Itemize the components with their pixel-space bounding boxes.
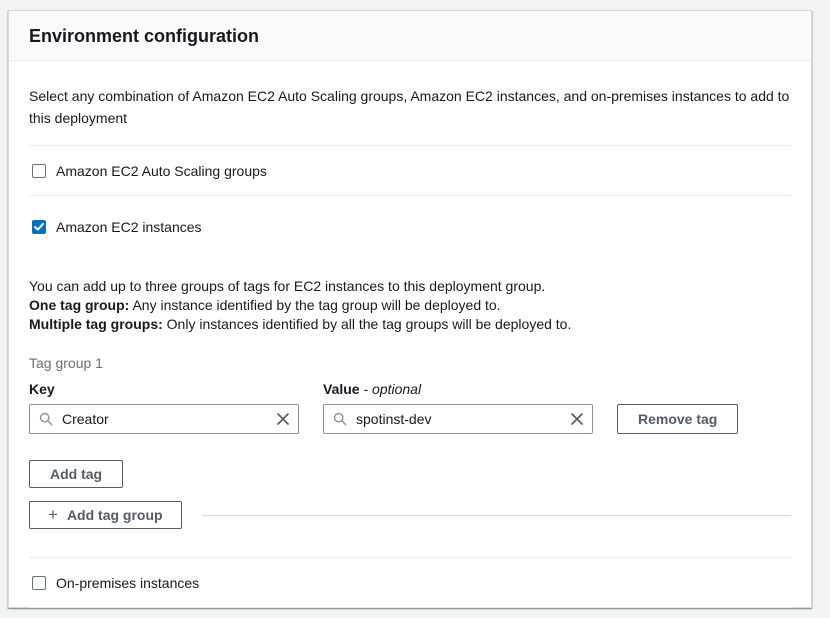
checkbox-row-on-premises[interactable]: On-premises instances (29, 558, 791, 607)
tag-help-text: You can add up to three groups of tags f… (29, 277, 791, 334)
add-tag-button[interactable]: Add tag (29, 460, 123, 488)
search-icon (39, 412, 53, 426)
clear-value-icon[interactable] (570, 412, 584, 426)
horizontal-rule (202, 515, 791, 516)
on-premises-checkbox[interactable] (32, 576, 46, 590)
on-premises-label[interactable]: On-premises instances (56, 573, 199, 593)
remove-tag-button[interactable]: Remove tag (617, 404, 738, 434)
tag-value-field: Value - optional (323, 380, 593, 434)
ec2-instances-label[interactable]: Amazon EC2 instances (56, 217, 202, 237)
tag-key-input-wrap (29, 404, 299, 434)
add-tag-group-row: + Add tag group (29, 501, 791, 529)
tag-key-input[interactable] (29, 404, 299, 434)
tag-help-line3-lead: Multiple tag groups: (29, 316, 163, 332)
tag-value-optional-text: - optional (363, 381, 421, 397)
tag-group-title: Tag group 1 (29, 354, 791, 372)
intro-text: Select any combination of Amazon EC2 Aut… (29, 85, 791, 129)
add-tag-group-button[interactable]: + Add tag group (29, 501, 182, 529)
auto-scaling-groups-checkbox[interactable] (32, 164, 46, 178)
tag-help-line2-rest: Any instance identified by the tag group… (129, 297, 500, 313)
tag-value-label: Value - optional (323, 380, 593, 398)
checkmark-icon (34, 223, 44, 231)
ec2-instances-checkbox[interactable] (32, 220, 46, 234)
card-title: Environment configuration (29, 25, 791, 47)
divider (29, 607, 791, 608)
checkbox-row-auto-scaling-groups[interactable]: Amazon EC2 Auto Scaling groups (29, 146, 791, 195)
environment-configuration-card: Environment configuration Select any com… (8, 10, 812, 608)
tag-value-input[interactable] (323, 404, 593, 434)
add-tag-group-label: Add tag group (67, 507, 163, 523)
tag-value-label-text: Value (323, 381, 360, 397)
tag-value-input-wrap (323, 404, 593, 434)
tag-key-field: Key (29, 380, 299, 434)
card-header: Environment configuration (9, 11, 811, 61)
clear-key-icon[interactable] (276, 412, 290, 426)
search-icon (333, 412, 347, 426)
tag-row: Key Value (29, 380, 791, 434)
card-body: Select any combination of Amazon EC2 Aut… (9, 61, 811, 608)
tag-help-line2-lead: One tag group: (29, 297, 129, 313)
tag-key-label: Key (29, 380, 299, 398)
auto-scaling-groups-label[interactable]: Amazon EC2 Auto Scaling groups (56, 161, 267, 181)
plus-icon: + (48, 506, 58, 523)
tag-help-line3-rest: Only instances identified by all the tag… (163, 316, 572, 332)
checkbox-row-ec2-instances[interactable]: Amazon EC2 instances (29, 196, 791, 251)
tag-help-line1: You can add up to three groups of tags f… (29, 278, 545, 294)
